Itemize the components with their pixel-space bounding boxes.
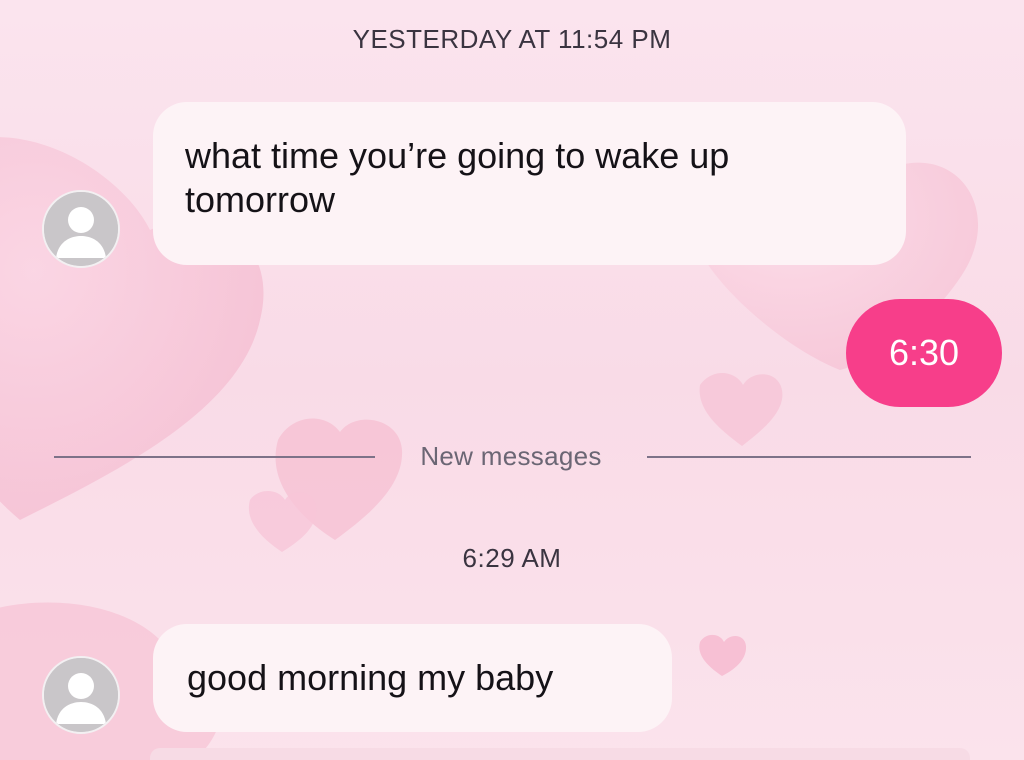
contact-avatar[interactable] — [42, 656, 120, 734]
message-text: good morning my baby — [187, 657, 554, 698]
default-avatar-icon — [44, 192, 118, 266]
incoming-message-bubble[interactable]: good morning my baby — [153, 624, 672, 732]
chat-screen: YESTERDAY AT 11:54 PM what time you’re g… — [0, 0, 1024, 760]
message-text: 6:30 — [888, 332, 960, 373]
incoming-message-bubble[interactable]: what time you’re going to wake up tomorr… — [153, 102, 906, 265]
message-text: what time you’re going to wake up tomorr… — [185, 135, 730, 220]
default-avatar-icon — [44, 658, 118, 732]
timestamp-yesterday: YESTERDAY AT 11:54 PM — [352, 24, 672, 54]
timestamp-today: 6:29 AM — [462, 543, 562, 573]
next-message-edge — [150, 748, 970, 760]
divider-line-right — [647, 456, 971, 458]
new-messages-divider: New messages — [420, 441, 602, 471]
divider-line-left — [54, 456, 375, 458]
outgoing-message-bubble[interactable]: 6:30 — [846, 299, 1002, 407]
contact-avatar[interactable] — [42, 190, 120, 268]
